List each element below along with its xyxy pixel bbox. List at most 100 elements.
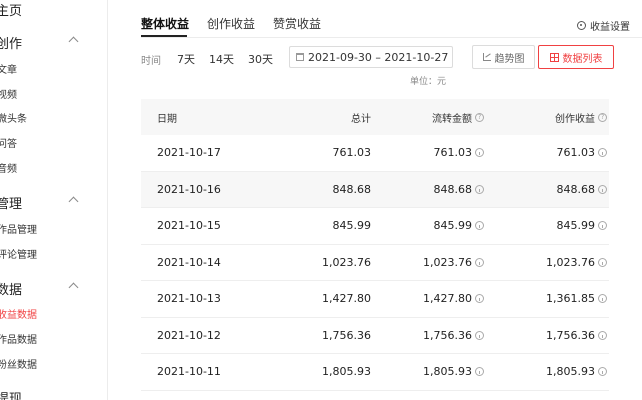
- cell-creation-income-value: 1,023.76: [546, 255, 595, 269]
- cell-flow-amount: 761.03: [433, 135, 484, 171]
- cell-flow-amount-value: 845.99: [433, 219, 473, 233]
- cell-flow-amount: 845.99: [433, 208, 484, 244]
- cell-creation-income-value: 1,805.93: [546, 365, 595, 379]
- help-icon[interactable]: ?: [475, 112, 484, 122]
- cell-date: 2021-10-11: [157, 365, 221, 379]
- cell-date: 2021-10-16: [157, 182, 221, 196]
- cell-creation-income-value: 1,361.85: [546, 292, 595, 306]
- chevron-up-icon[interactable]: [68, 36, 79, 47]
- info-icon[interactable]: [475, 221, 484, 231]
- cell-flow-amount: 1,756.36: [423, 318, 484, 354]
- info-icon[interactable]: [598, 184, 607, 194]
- trend-chart-icon: [482, 53, 491, 61]
- info-icon[interactable]: [598, 367, 607, 377]
- sidebar-item-article[interactable]: 文章: [0, 61, 17, 76]
- help-icon[interactable]: ?: [598, 112, 607, 122]
- range-30-days[interactable]: 30天: [248, 51, 273, 67]
- info-icon[interactable]: [598, 221, 607, 231]
- table-row: 2021-10-15 845.99 845.99 845.99: [141, 208, 609, 245]
- cell-total: 845.99: [332, 219, 372, 233]
- cell-creation-income: 1,361.85: [546, 281, 607, 317]
- sidebar-section-manage[interactable]: 管理: [0, 193, 22, 212]
- tab-overall-income[interactable]: 整体收益: [141, 15, 189, 32]
- data-list-label: 数据列表: [562, 53, 603, 65]
- info-icon[interactable]: [598, 294, 607, 304]
- cell-total: 1,805.93: [322, 365, 371, 379]
- cell-date: 2021-10-15: [157, 219, 221, 233]
- cell-flow-amount: 848.68: [433, 172, 484, 208]
- main-content: 整体收益 创作收益 赞赏收益 收益设置 时间 7天 14天 30天 2021-0…: [108, 0, 642, 400]
- cell-creation-income: 1,023.76: [546, 245, 607, 281]
- sidebar-item-comments-manage[interactable]: 评论管理: [0, 246, 37, 261]
- tab-tip-income[interactable]: 赞赏收益: [273, 15, 321, 32]
- info-icon[interactable]: [475, 294, 484, 304]
- sidebar-item-fans-data[interactable]: 粉丝数据: [0, 356, 37, 371]
- table-row: 2021-10-11 1,805.93 1,805.93 1,805.93: [141, 354, 609, 391]
- income-settings-button[interactable]: 收益设置: [577, 18, 630, 33]
- header-total: 总计: [351, 113, 371, 125]
- cell-flow-amount-value: 761.03: [433, 146, 473, 160]
- gear-icon: [577, 21, 586, 30]
- cell-flow-amount-value: 1,805.93: [423, 365, 472, 379]
- sidebar-home[interactable]: 主页: [0, 0, 22, 19]
- table-row: 2021-10-13 1,427.80 1,427.80 1,361.85: [141, 281, 609, 318]
- date-range-value: 2021-09-30 – 2021-10-27: [308, 50, 449, 64]
- trend-chart-button[interactable]: 趋势图: [472, 45, 535, 69]
- cell-creation-income-value: 761.03: [556, 146, 596, 160]
- date-range-picker[interactable]: 2021-09-30 – 2021-10-27: [289, 46, 453, 68]
- info-icon[interactable]: [598, 330, 607, 340]
- cell-flow-amount-value: 1,756.36: [423, 328, 472, 342]
- header-flow-amount-label: 流转金额: [432, 113, 472, 125]
- header-flow-amount: 流转金额 ?: [432, 99, 484, 135]
- cell-flow-amount: 1,427.80: [423, 281, 484, 317]
- cell-flow-amount-value: 848.68: [433, 182, 473, 196]
- chevron-up-icon[interactable]: [68, 196, 79, 207]
- calendar-icon: [296, 53, 304, 61]
- table-row: 2021-10-17 761.03 761.03 761.03: [141, 135, 609, 172]
- cell-date: 2021-10-17: [157, 146, 221, 160]
- cell-date: 2021-10-12: [157, 328, 221, 342]
- income-table: 日期 总计 流转金额 ? 创作收益 ? 2021-10-17 761.03 76…: [141, 99, 609, 391]
- tab-creation-income[interactable]: 创作收益: [207, 15, 255, 32]
- app-root: 主页 创作 文章 视频 微头条 问答 音频 管理 作品管理 评论管理 数据 收益…: [0, 0, 642, 400]
- cell-total: 848.68: [332, 182, 372, 196]
- sidebar-withdraw[interactable]: 提现: [0, 388, 22, 400]
- tabs-divider: [141, 37, 642, 38]
- cell-date: 2021-10-14: [157, 255, 221, 269]
- sidebar-item-micro-post[interactable]: 微头条: [0, 110, 27, 125]
- sidebar-section-data[interactable]: 数据: [0, 279, 22, 298]
- info-icon[interactable]: [475, 330, 484, 340]
- cell-creation-income: 848.68: [557, 172, 607, 208]
- table-row: 2021-10-12 1,756.36 1,756.36 1,756.36: [141, 318, 609, 354]
- time-filter-label: 时间: [141, 56, 161, 67]
- cell-flow-amount: 1,023.76: [423, 245, 484, 281]
- sidebar-item-video[interactable]: 视频: [0, 86, 17, 101]
- sidebar-item-audio[interactable]: 音频: [0, 160, 17, 175]
- chevron-up-icon[interactable]: [68, 282, 79, 293]
- cell-total: 761.03: [332, 146, 372, 160]
- range-7-days[interactable]: 7天: [177, 51, 195, 67]
- info-icon[interactable]: [598, 257, 607, 267]
- sidebar-item-works-manage[interactable]: 作品管理: [0, 221, 37, 236]
- cell-date: 2021-10-13: [157, 292, 221, 306]
- cell-creation-income-value: 845.99: [556, 219, 596, 233]
- sidebar-section-create[interactable]: 创作: [0, 33, 22, 52]
- info-icon[interactable]: [475, 148, 484, 158]
- sidebar-item-income-data[interactable]: 收益数据: [0, 306, 37, 321]
- info-icon[interactable]: [598, 148, 607, 158]
- cell-creation-income: 845.99: [556, 208, 607, 244]
- sidebar: 主页 创作 文章 视频 微头条 问答 音频 管理 作品管理 评论管理 数据 收益…: [0, 0, 108, 400]
- sidebar-item-works-data[interactable]: 作品数据: [0, 331, 37, 346]
- range-14-days[interactable]: 14天: [209, 51, 234, 67]
- info-icon[interactable]: [475, 184, 484, 194]
- cell-flow-amount-value: 1,023.76: [423, 255, 472, 269]
- header-date: 日期: [157, 113, 177, 125]
- sidebar-item-qa[interactable]: 问答: [0, 135, 17, 150]
- info-icon[interactable]: [475, 257, 484, 267]
- table-row: 2021-10-16 848.68 848.68 848.68: [141, 171, 609, 208]
- data-list-button[interactable]: 数据列表: [538, 45, 614, 69]
- cell-creation-income: 761.03: [556, 135, 607, 171]
- info-icon[interactable]: [475, 367, 484, 377]
- cell-total: 1,756.36: [322, 328, 371, 342]
- cell-creation-income-value: 1,756.36: [546, 328, 595, 342]
